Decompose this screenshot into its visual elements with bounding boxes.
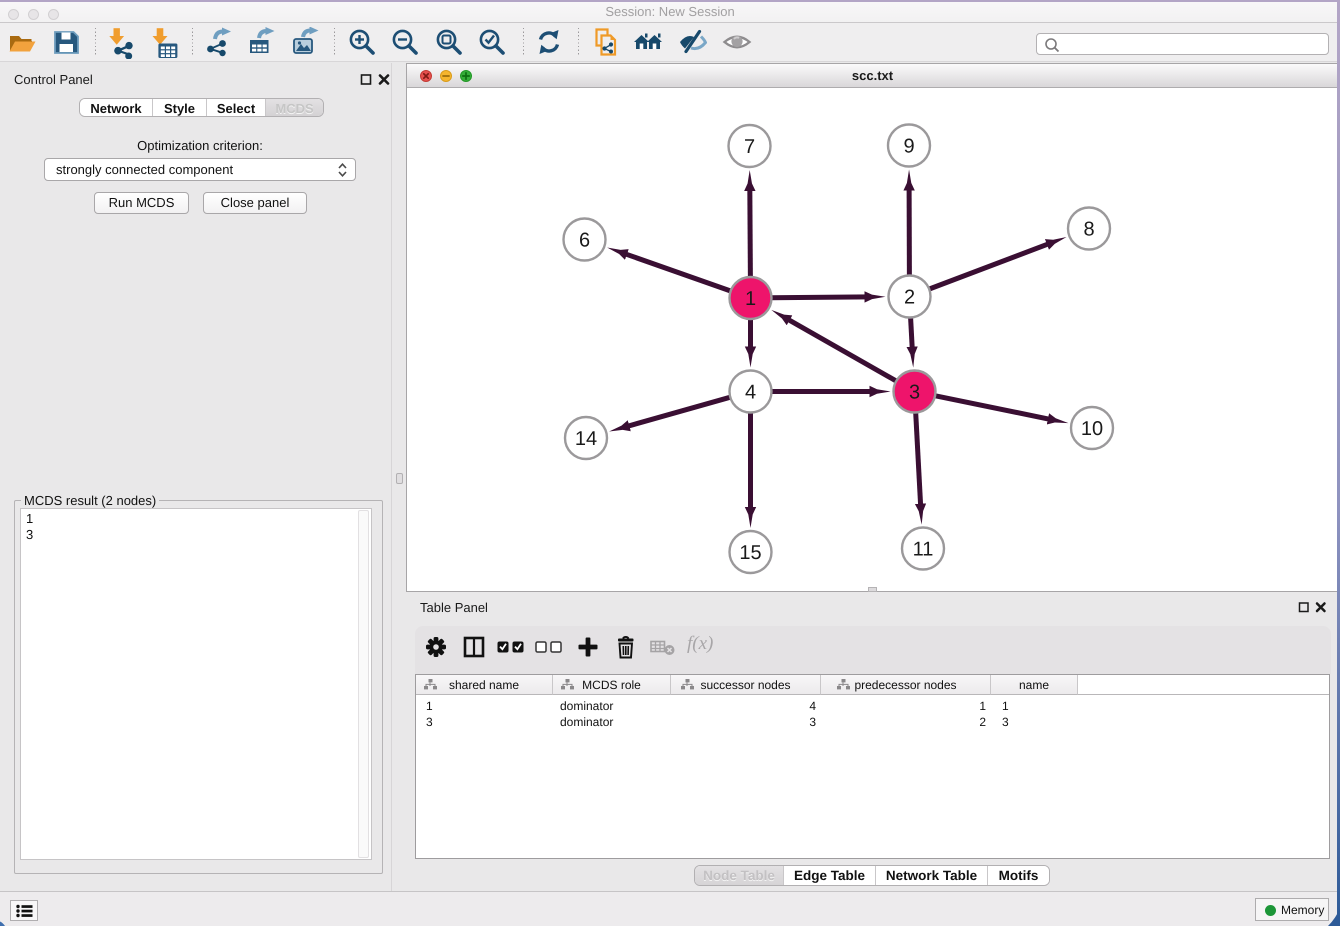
svg-text:4: 4 [745,382,756,404]
svg-text:8: 8 [1083,219,1094,241]
svg-text:7: 7 [744,136,755,158]
svg-text:9: 9 [903,136,914,158]
svg-text:2: 2 [904,287,915,309]
svg-text:14: 14 [575,428,597,450]
svg-text:6: 6 [579,230,590,252]
svg-text:1: 1 [745,288,756,310]
svg-text:11: 11 [913,539,934,561]
svg-text:10: 10 [1081,418,1103,440]
svg-text:15: 15 [739,542,761,564]
svg-text:3: 3 [909,382,920,404]
